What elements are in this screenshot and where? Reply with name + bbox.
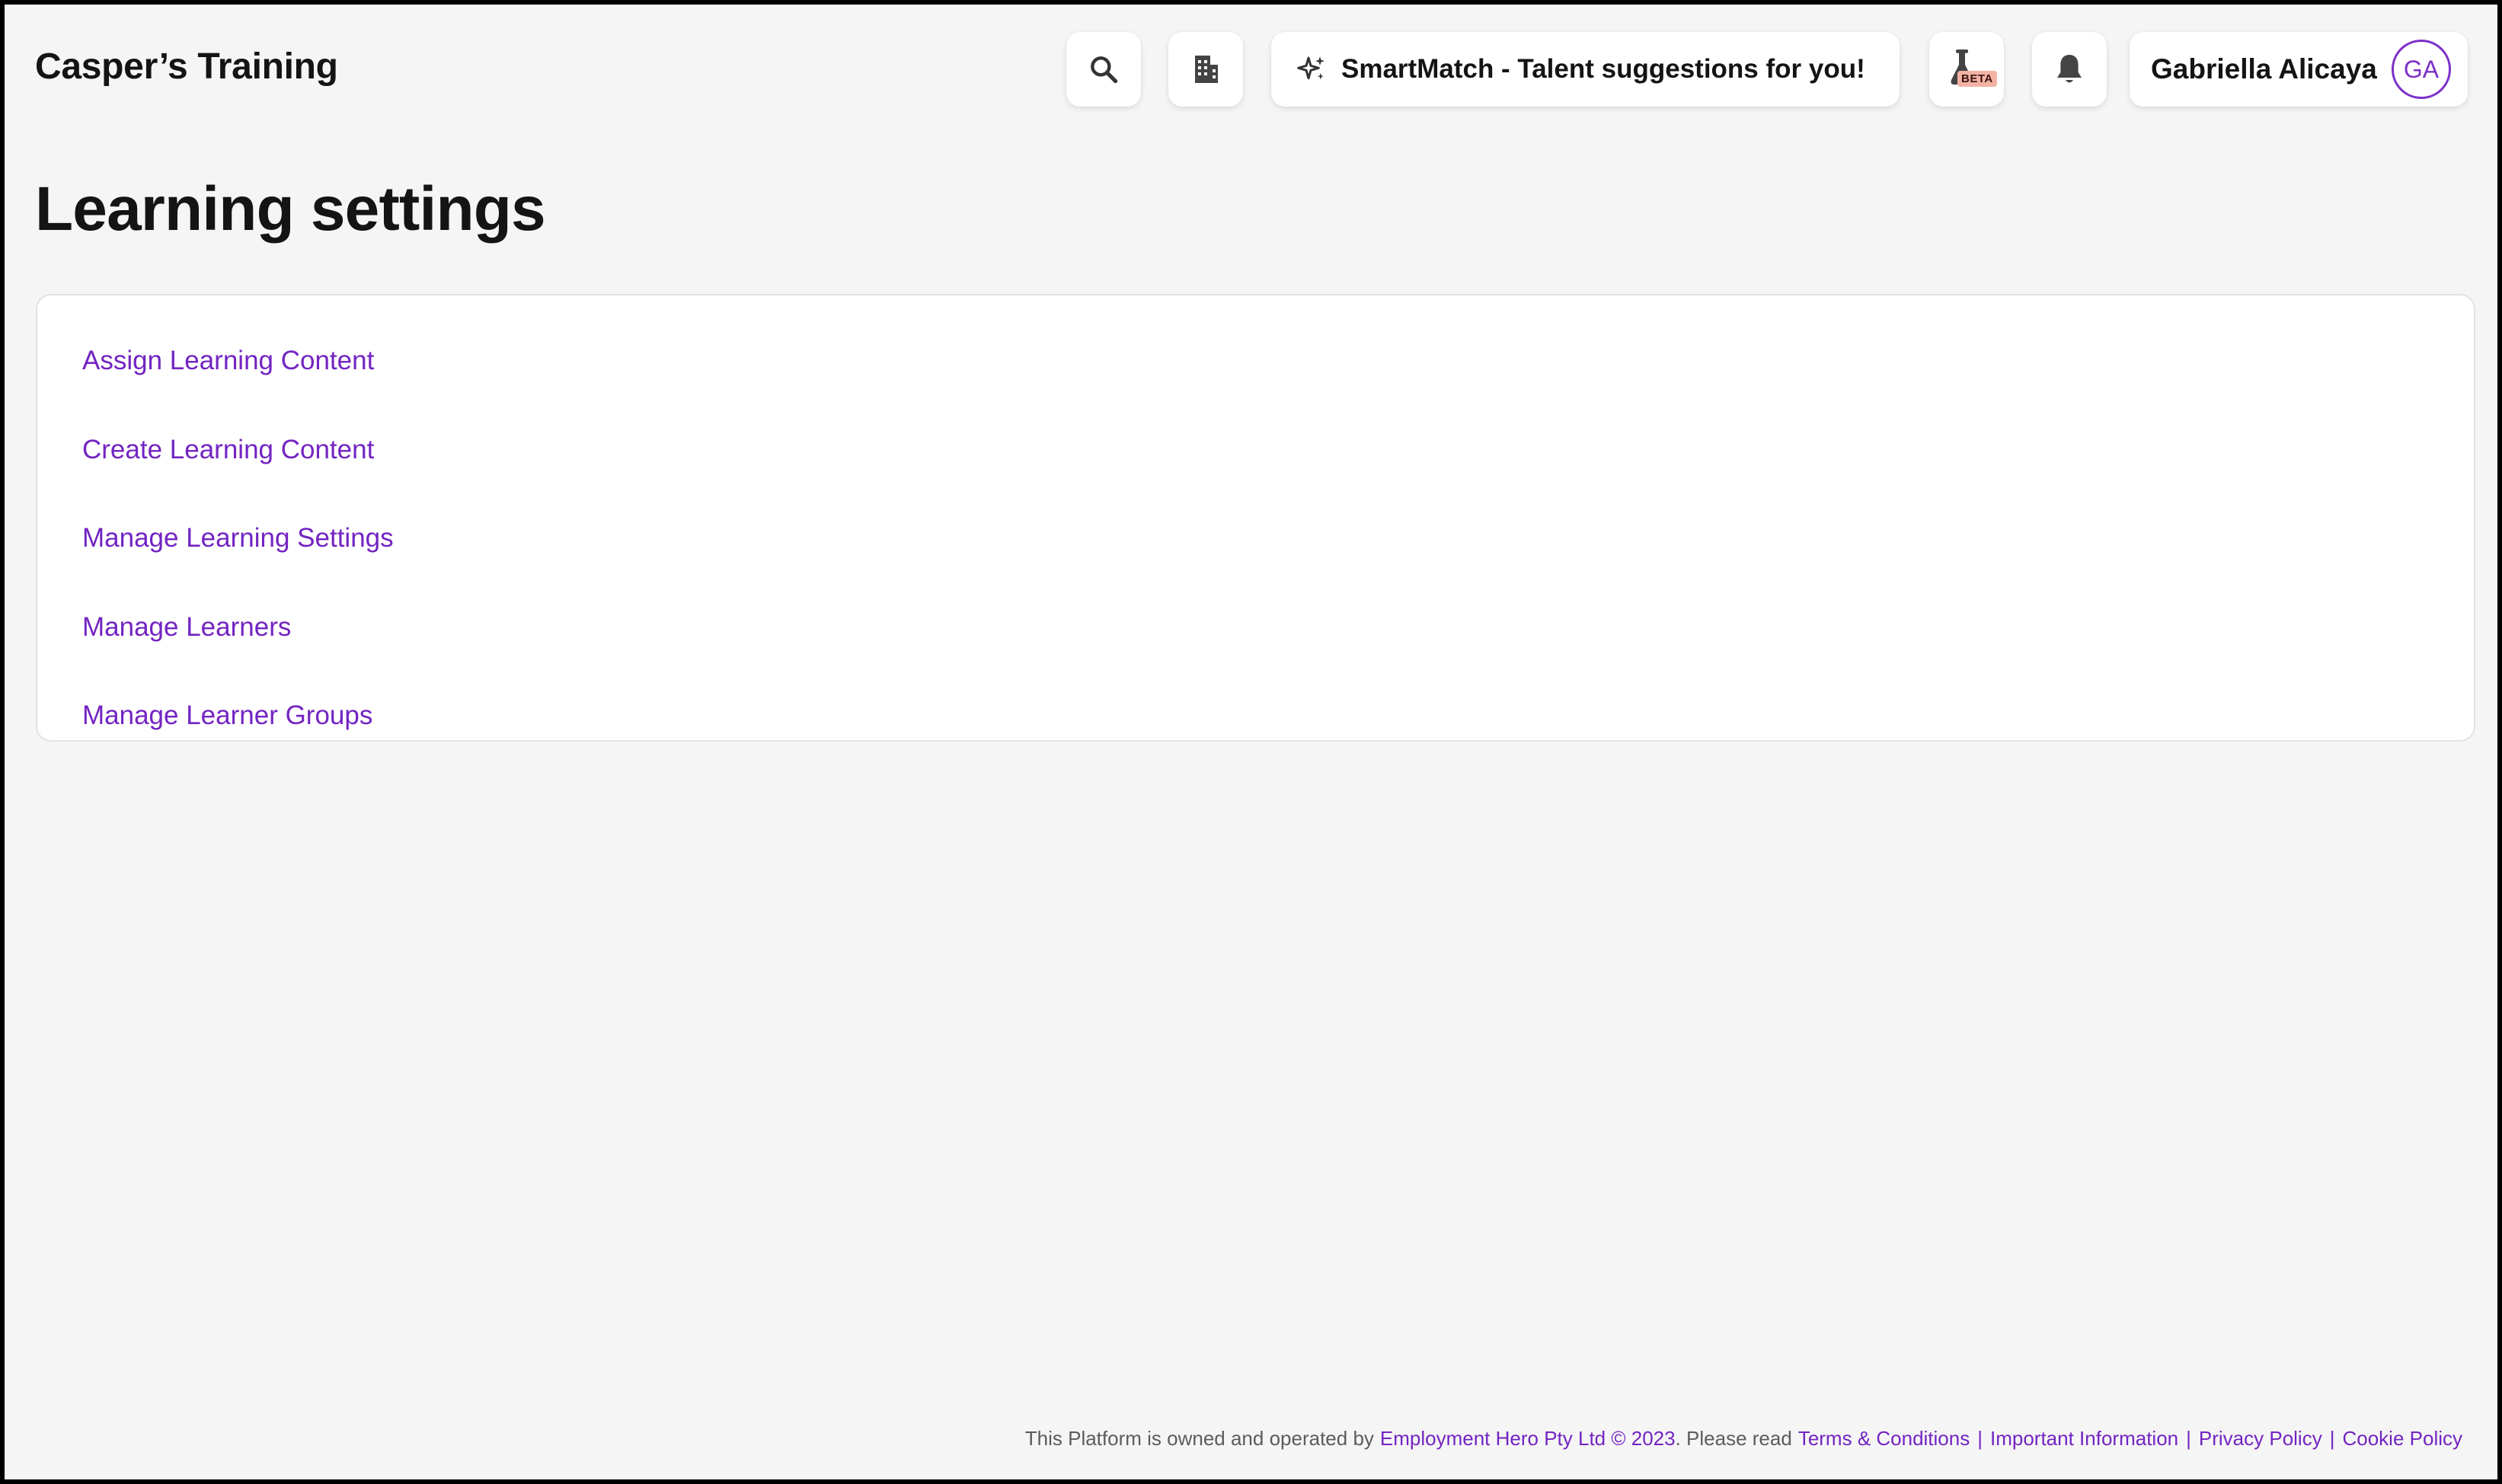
- footer-please-read: . Please read: [1675, 1427, 1792, 1450]
- bell-icon: [2054, 53, 2085, 86]
- notifications-button[interactable]: [2032, 32, 2107, 107]
- app-title[interactable]: Casper’s Training: [35, 46, 338, 88]
- building-icon: [1190, 53, 1221, 86]
- terms-link[interactable]: Terms & Conditions: [1798, 1427, 1970, 1450]
- footer-separator: |: [2186, 1427, 2191, 1450]
- manage-learner-groups-link[interactable]: Manage Learner Groups: [82, 701, 372, 731]
- list-item: Manage Learning Settings: [37, 494, 2474, 583]
- footer-prefix: This Platform is owned and operated by: [1024, 1427, 1374, 1450]
- sparkle-icon: [1297, 54, 1328, 85]
- manage-learners-link[interactable]: Manage Learners: [82, 612, 291, 643]
- learning-settings-card: Assign Learning Content Create Learning …: [36, 294, 2475, 742]
- important-information-link[interactable]: Important Information: [1990, 1427, 2178, 1450]
- list-item: Create Learning Content: [37, 406, 2474, 495]
- list-item: Manage Learner Groups: [37, 672, 2474, 761]
- footer: This Platform is owned and operated by E…: [1025, 1427, 2462, 1450]
- smartmatch-button[interactable]: SmartMatch - Talent suggestions for you!: [1271, 32, 1900, 107]
- list-item: Assign Learning Content: [37, 317, 2474, 406]
- beta-badge: BETA: [1957, 71, 1997, 87]
- cookie-policy-link[interactable]: Cookie Policy: [2342, 1427, 2462, 1450]
- create-learning-content-link[interactable]: Create Learning Content: [82, 435, 374, 465]
- footer-separator: |: [1977, 1427, 1983, 1450]
- user-menu-button[interactable]: Gabriella Alicaya GA: [2130, 32, 2468, 107]
- avatar: GA: [2392, 40, 2451, 99]
- user-name: Gabriella Alicaya: [2151, 53, 2377, 85]
- organisation-button[interactable]: [1168, 32, 1243, 107]
- search-button[interactable]: [1066, 32, 1141, 107]
- manage-learning-settings-link[interactable]: Manage Learning Settings: [82, 523, 394, 554]
- settings-link-list: Assign Learning Content Create Learning …: [37, 295, 2474, 761]
- app-window: Casper’s Training SmartMatch - Talent su…: [5, 5, 2497, 1479]
- employment-hero-link[interactable]: Employment Hero Pty Ltd © 2023: [1380, 1427, 1676, 1450]
- search-icon: [1087, 53, 1120, 86]
- footer-separator: |: [2329, 1427, 2335, 1450]
- assign-learning-content-link[interactable]: Assign Learning Content: [82, 346, 374, 376]
- privacy-policy-link[interactable]: Privacy Policy: [2199, 1427, 2322, 1450]
- beta-features-button[interactable]: BETA: [1929, 32, 2004, 107]
- smartmatch-label: SmartMatch - Talent suggestions for you!: [1341, 54, 1865, 84]
- page-title: Learning settings: [35, 174, 546, 244]
- list-item: Manage Learners: [37, 583, 2474, 672]
